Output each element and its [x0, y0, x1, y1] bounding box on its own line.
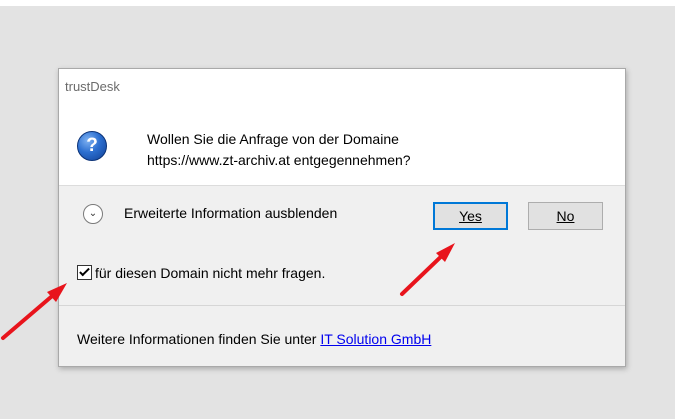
- arrow-to-yes: [400, 243, 455, 296]
- annotation-arrows: [1, 243, 455, 340]
- arrow-to-checkbox: [1, 283, 67, 340]
